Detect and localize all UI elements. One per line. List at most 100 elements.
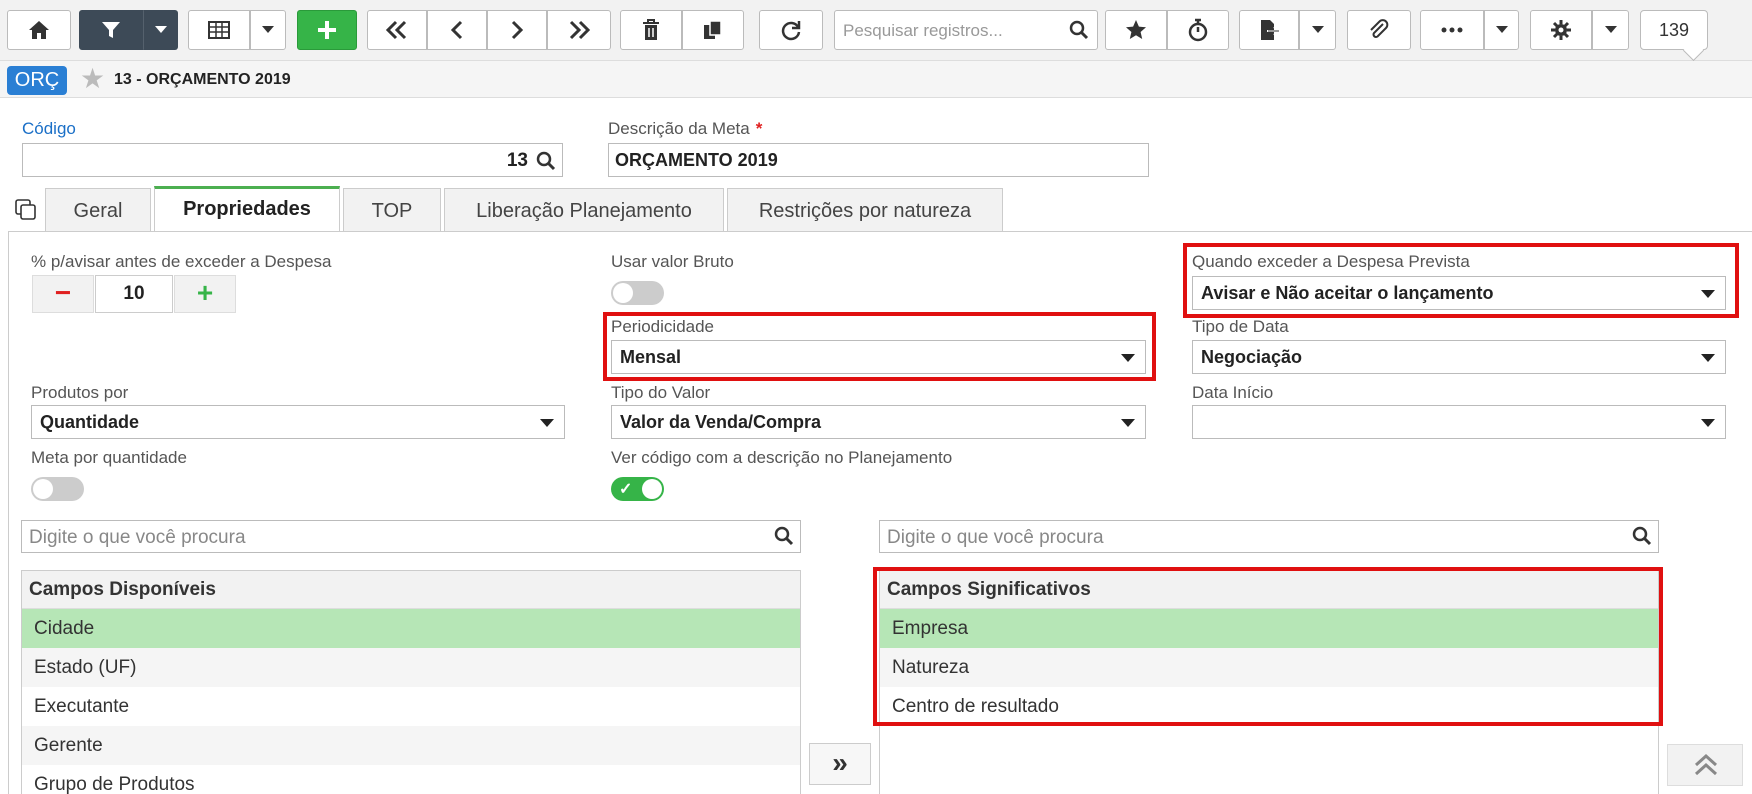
available-fields-header: Campos Disponíveis [22,571,800,609]
double-chevron-up-icon [1693,753,1719,782]
chevron-down-icon [262,26,274,34]
add-icon [316,19,338,41]
chevron-down-icon [1701,419,1715,427]
list-item[interactable]: Centro de resultado [880,687,1658,726]
settings-dropdown[interactable] [1592,10,1629,50]
prev-record-button[interactable] [427,10,487,50]
tipo-data-value: Negociação [1201,347,1303,367]
descricao-value: ORÇAMENTO 2019 [615,150,778,170]
grid-view-dropdown[interactable] [250,10,286,50]
ver-codigo-toggle[interactable]: ✓ [611,477,664,501]
tab-restricoes-natureza[interactable]: Restrições por natureza [727,188,1003,232]
tab-top[interactable]: TOP [343,188,441,232]
add-button[interactable] [297,10,357,50]
home-button[interactable] [7,10,71,50]
chevron-down-icon [1604,26,1617,34]
list-item[interactable]: Executante [22,687,800,726]
grid-icon [208,20,230,40]
copy-icon [702,19,724,41]
attach-button[interactable] [1347,10,1411,50]
available-search-input[interactable] [27,526,732,550]
more-icon [1441,27,1463,33]
settings-button[interactable] [1530,10,1592,50]
usar-bruto-toggle[interactable] [611,281,664,305]
descricao-field[interactable]: ORÇAMENTO 2019 [608,143,1149,177]
list-item[interactable]: Grupo de Produtos [22,765,800,794]
more-dropdown[interactable] [1484,10,1519,50]
tipo-valor-select[interactable]: Valor da Venda/Compra [611,405,1146,439]
meta-quantidade-toggle[interactable] [31,477,84,501]
periodicidade-select[interactable]: Mensal [611,340,1146,374]
record-search-input[interactable] [841,19,1065,43]
refresh-button[interactable] [759,10,823,50]
codigo-field[interactable]: 13 [22,143,563,177]
more-button[interactable] [1420,10,1484,50]
refresh-icon [780,19,802,41]
quando-exceder-select[interactable]: Avisar e Não aceitar o lançamento [1192,276,1726,310]
gear-icon [1550,19,1572,41]
increment-button[interactable]: + [174,275,236,313]
usar-bruto-label: Usar valor Bruto [611,252,734,271]
available-search [21,520,801,553]
duplicate-button[interactable] [682,10,744,50]
produtos-por-value: Quantidade [40,412,140,432]
produtos-por-select[interactable]: Quantidade [31,405,565,439]
filter-dropdown[interactable] [143,10,178,50]
search-icon[interactable] [774,526,794,551]
search-icon[interactable] [1632,526,1652,551]
tab-propriedades[interactable]: Propriedades [154,186,340,232]
list-item[interactable]: Cidade [22,609,800,648]
next-record-button[interactable] [487,10,547,50]
tipo-valor-label: Tipo do Valor [611,383,711,402]
last-record-button[interactable] [547,10,611,50]
favorite-star-icon[interactable]: ★ [80,64,105,94]
search-icon[interactable] [536,151,556,176]
descricao-label-text: Descrição da Meta [608,119,750,138]
duplicate-tab-icon[interactable] [14,198,38,227]
codigo-value: 13 [506,150,528,171]
star-icon [1125,19,1147,41]
timer-button[interactable] [1167,10,1229,50]
grid-view-button[interactable] [188,10,250,50]
significant-fields-header: Campos Significativos [880,571,1658,609]
tipo-data-select[interactable]: Negociação [1192,340,1726,374]
export-button[interactable] [1239,10,1299,50]
filter-button[interactable] [79,10,143,50]
percent-value[interactable]: 10 [95,275,173,313]
significant-search-input[interactable] [885,526,1590,550]
record-search [834,10,1098,50]
list-item[interactable]: Empresa [880,609,1658,648]
tab-geral[interactable]: Geral [45,188,151,232]
search-icon[interactable] [1069,20,1089,45]
record-count: 139 [1640,10,1708,50]
tipo-data-label: Tipo de Data [1192,317,1289,336]
first-icon [385,20,409,40]
significant-fields-list: Campos Significativos Empresa Natureza C… [879,570,1659,794]
decrement-button[interactable]: − [32,275,94,313]
favorite-button[interactable] [1105,10,1167,50]
filter-icon [101,20,121,40]
page-title: 13 - ORÇAMENTO 2019 [114,71,291,88]
move-to-significant-button[interactable]: » [809,743,871,785]
list-item[interactable]: Natureza [880,648,1658,687]
significant-search [879,520,1659,553]
data-inicio-select[interactable] [1192,405,1726,439]
scroll-top-button[interactable] [1667,744,1743,786]
export-dropdown[interactable] [1299,10,1336,50]
periodicidade-value: Mensal [620,347,682,367]
chevron-down-icon [1121,419,1135,427]
required-marker: * [755,119,763,138]
paperclip-icon [1368,19,1390,41]
list-item[interactable]: Estado (UF) [22,648,800,687]
next-icon [510,20,524,40]
chevron-down-icon [1495,26,1508,34]
delete-icon [642,19,660,41]
first-record-button[interactable] [367,10,427,50]
list-item[interactable]: Gerente [22,726,800,765]
quando-exceder-label: Quando exceder a Despesa Prevista [1192,252,1470,271]
tipo-valor-value: Valor da Venda/Compra [620,412,822,432]
produtos-por-label: Produtos por [31,383,129,402]
descricao-label: Descrição da Meta * [608,119,762,139]
tab-liberacao-planejamento[interactable]: Liberação Planejamento [444,188,724,232]
delete-button[interactable] [620,10,682,50]
